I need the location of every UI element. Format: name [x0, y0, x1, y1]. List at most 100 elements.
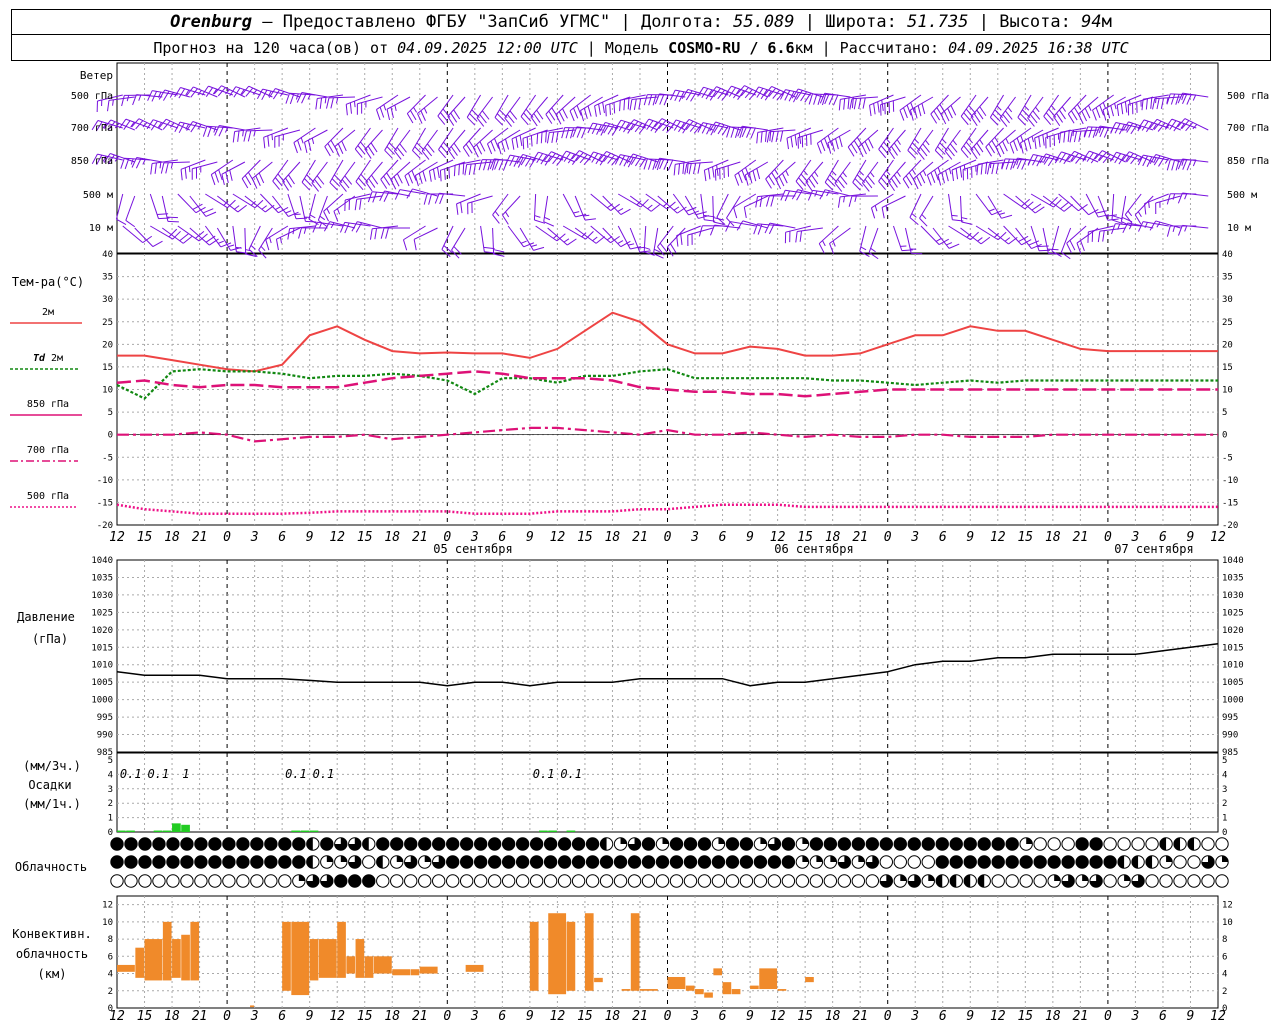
wind-barb-staff	[263, 127, 289, 138]
wind-barb-flag	[874, 205, 878, 212]
wind-barb-flag	[684, 163, 688, 175]
cloud-circle	[781, 837, 796, 851]
cloud-circle	[865, 837, 880, 851]
pressure-tick-left: 995	[97, 713, 113, 723]
cloud-cover-symbol	[669, 837, 684, 851]
wind-barb-staff	[868, 227, 879, 253]
wind-barb	[657, 225, 674, 256]
wind-barb	[466, 94, 482, 126]
wind-barb-flag	[980, 236, 991, 245]
cloud-circle	[390, 837, 404, 851]
wind-barb-flag	[650, 204, 661, 212]
wind-barb-flag	[540, 154, 548, 165]
cloud-title: Облачность	[15, 860, 87, 874]
time-tick-label: 21	[1073, 1009, 1089, 1024]
legend-td-label: Td 2м	[33, 353, 63, 364]
wind-barb-flag	[464, 164, 468, 176]
wind-barb-flag	[486, 143, 493, 155]
cloud-circle	[599, 874, 614, 888]
wind-barb-flag	[1111, 219, 1123, 224]
wind-barb-flag	[413, 239, 417, 251]
wind-barb-flag	[1061, 106, 1067, 112]
cloud-cover-symbol	[306, 874, 320, 888]
cloud-circle	[194, 855, 208, 869]
cloud-circle	[529, 855, 544, 869]
wind-barb-flag	[432, 168, 436, 180]
wind-barb-flag	[272, 89, 280, 100]
pressure-tick-left: 1030	[91, 591, 113, 601]
wind-barb-flag	[573, 107, 579, 119]
time-tick-label: 3	[250, 530, 259, 545]
cloud-cover-symbol	[809, 855, 824, 869]
wind-barb-flag	[567, 238, 577, 246]
wind-barb-flag	[552, 154, 560, 165]
wind-barb-flag	[479, 141, 486, 152]
cloud-cover-symbol	[669, 874, 684, 888]
wind-barb	[205, 193, 236, 209]
wind-barb-flag	[275, 206, 281, 210]
wind-barb-staff	[386, 96, 411, 110]
cloud-circle	[599, 855, 614, 869]
precip-3h-label: 0.1	[313, 767, 335, 781]
cloud-cover-symbol	[208, 837, 222, 851]
wind-barb	[1116, 94, 1142, 116]
cloud-circle	[250, 874, 264, 888]
wind-barb-staff	[511, 127, 536, 140]
wind-barb-staff	[594, 94, 619, 107]
cloud-cover-symbol	[1019, 874, 1033, 888]
cloud-circle	[194, 837, 208, 851]
wind-barb	[189, 195, 217, 217]
wind-barb	[1058, 193, 1088, 212]
wind-barb-flag	[394, 150, 402, 160]
wind-barb	[737, 125, 768, 139]
wind-barb-flag	[365, 181, 373, 192]
legend-700-label: 700 гПа	[27, 445, 69, 456]
convective-cloud-chart: 0 02 24 46 68 810 1012 12	[102, 901, 1233, 1014]
cloud-cover-symbol	[795, 837, 810, 851]
wind-barb-flag	[670, 243, 677, 254]
wind-barb-staff	[1042, 195, 1065, 212]
wind-barb	[158, 89, 190, 101]
wind-barb-flag	[533, 246, 545, 251]
wind-barb-flag	[1114, 153, 1122, 164]
wind-barb-flag	[1144, 203, 1147, 215]
cloud-cover-symbol	[991, 874, 1005, 888]
wind-barb-flag	[838, 99, 841, 111]
wind-barb-flag	[303, 227, 307, 234]
wind-barb-flag	[472, 147, 479, 158]
wind-barb-flag	[705, 89, 713, 100]
wind-barb-flag	[399, 143, 407, 153]
wind-barb-flag	[269, 237, 272, 244]
precip-bar	[309, 830, 319, 832]
wind-barb-flag	[125, 219, 136, 228]
cloud-circle	[152, 837, 166, 851]
wind-barb-flag	[899, 110, 905, 121]
cloud-cover-symbol	[655, 855, 670, 869]
cloud-cover-symbol	[306, 855, 320, 869]
cloud-cover-symbol	[194, 837, 208, 851]
wind-barb-flag	[205, 211, 217, 217]
wind-barb-flag	[750, 127, 756, 139]
time-tick-label: 3	[250, 1009, 259, 1024]
wind-level-700hpa-right: 700 гПа	[1227, 123, 1269, 134]
wind-barb	[805, 161, 824, 192]
conv-bar	[410, 969, 420, 976]
wind-barb	[1017, 94, 1032, 126]
wind-barb-staff	[376, 94, 399, 110]
cloud-circle	[753, 874, 768, 888]
wind-barb-flag	[406, 188, 413, 199]
wind-barb-flag	[1149, 220, 1157, 231]
wind-barb-flag	[386, 109, 391, 121]
cloud-half-fill	[1145, 855, 1153, 869]
temp-tick-left: -20	[97, 521, 113, 531]
cloud-circle	[557, 874, 572, 888]
cloud-cover-symbol	[753, 874, 768, 888]
temp-tick-left: 15	[102, 363, 113, 373]
wind-barb-flag	[444, 168, 446, 180]
wind-barb-flag	[165, 162, 169, 174]
wind-barb-flag	[925, 139, 930, 146]
cloud-circle	[487, 874, 502, 888]
wind-barb-staff	[569, 94, 591, 112]
wind-barb-flag	[1067, 130, 1070, 142]
cloud-cover-symbol	[166, 837, 180, 851]
